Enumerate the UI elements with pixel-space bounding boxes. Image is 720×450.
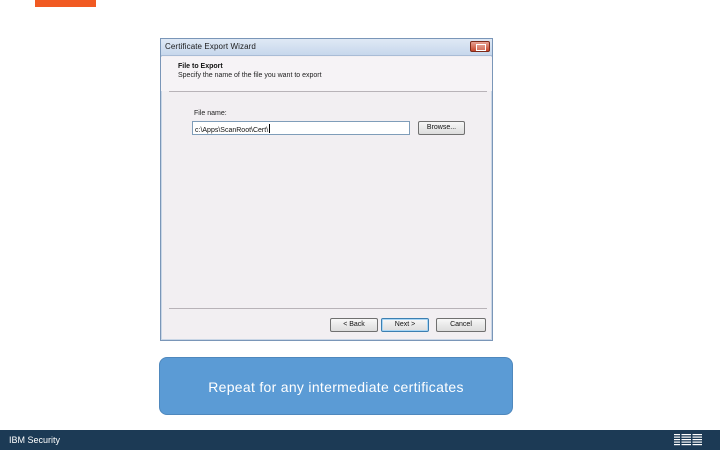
accent-bar — [35, 0, 96, 7]
ibm-logo-icon — [674, 433, 702, 446]
section-description: Specify the name of the file you want to… — [178, 72, 322, 79]
header-divider — [169, 91, 487, 92]
dialog-title: Certificate Export Wizard — [165, 42, 256, 51]
section-title: File to Export — [178, 63, 223, 70]
certificate-export-dialog: Certificate Export Wizard File to Export… — [160, 38, 493, 341]
caption-box: Repeat for any intermediate certificates — [159, 357, 513, 415]
file-name-label: File name: — [194, 110, 227, 117]
back-button[interactable]: < Back — [330, 318, 378, 332]
cancel-button[interactable]: Cancel — [436, 318, 486, 332]
file-name-value: c:\Apps\ScanRoot\Cert\ — [195, 127, 269, 134]
footer-bar: IBM Security — [0, 430, 720, 450]
slide: Certificate Export Wizard File to Export… — [0, 0, 720, 450]
close-icon[interactable] — [470, 41, 490, 52]
file-name-input[interactable]: c:\Apps\ScanRoot\Cert\ — [192, 121, 410, 135]
text-caret — [269, 124, 271, 133]
browse-button[interactable]: Browse... — [418, 121, 465, 135]
dialog-titlebar[interactable]: Certificate Export Wizard — [161, 39, 492, 56]
next-button[interactable]: Next > — [381, 318, 429, 332]
footer-divider — [169, 308, 487, 309]
footer-label: IBM Security — [9, 435, 61, 445]
caption-text: Repeat for any intermediate certificates — [208, 379, 464, 395]
